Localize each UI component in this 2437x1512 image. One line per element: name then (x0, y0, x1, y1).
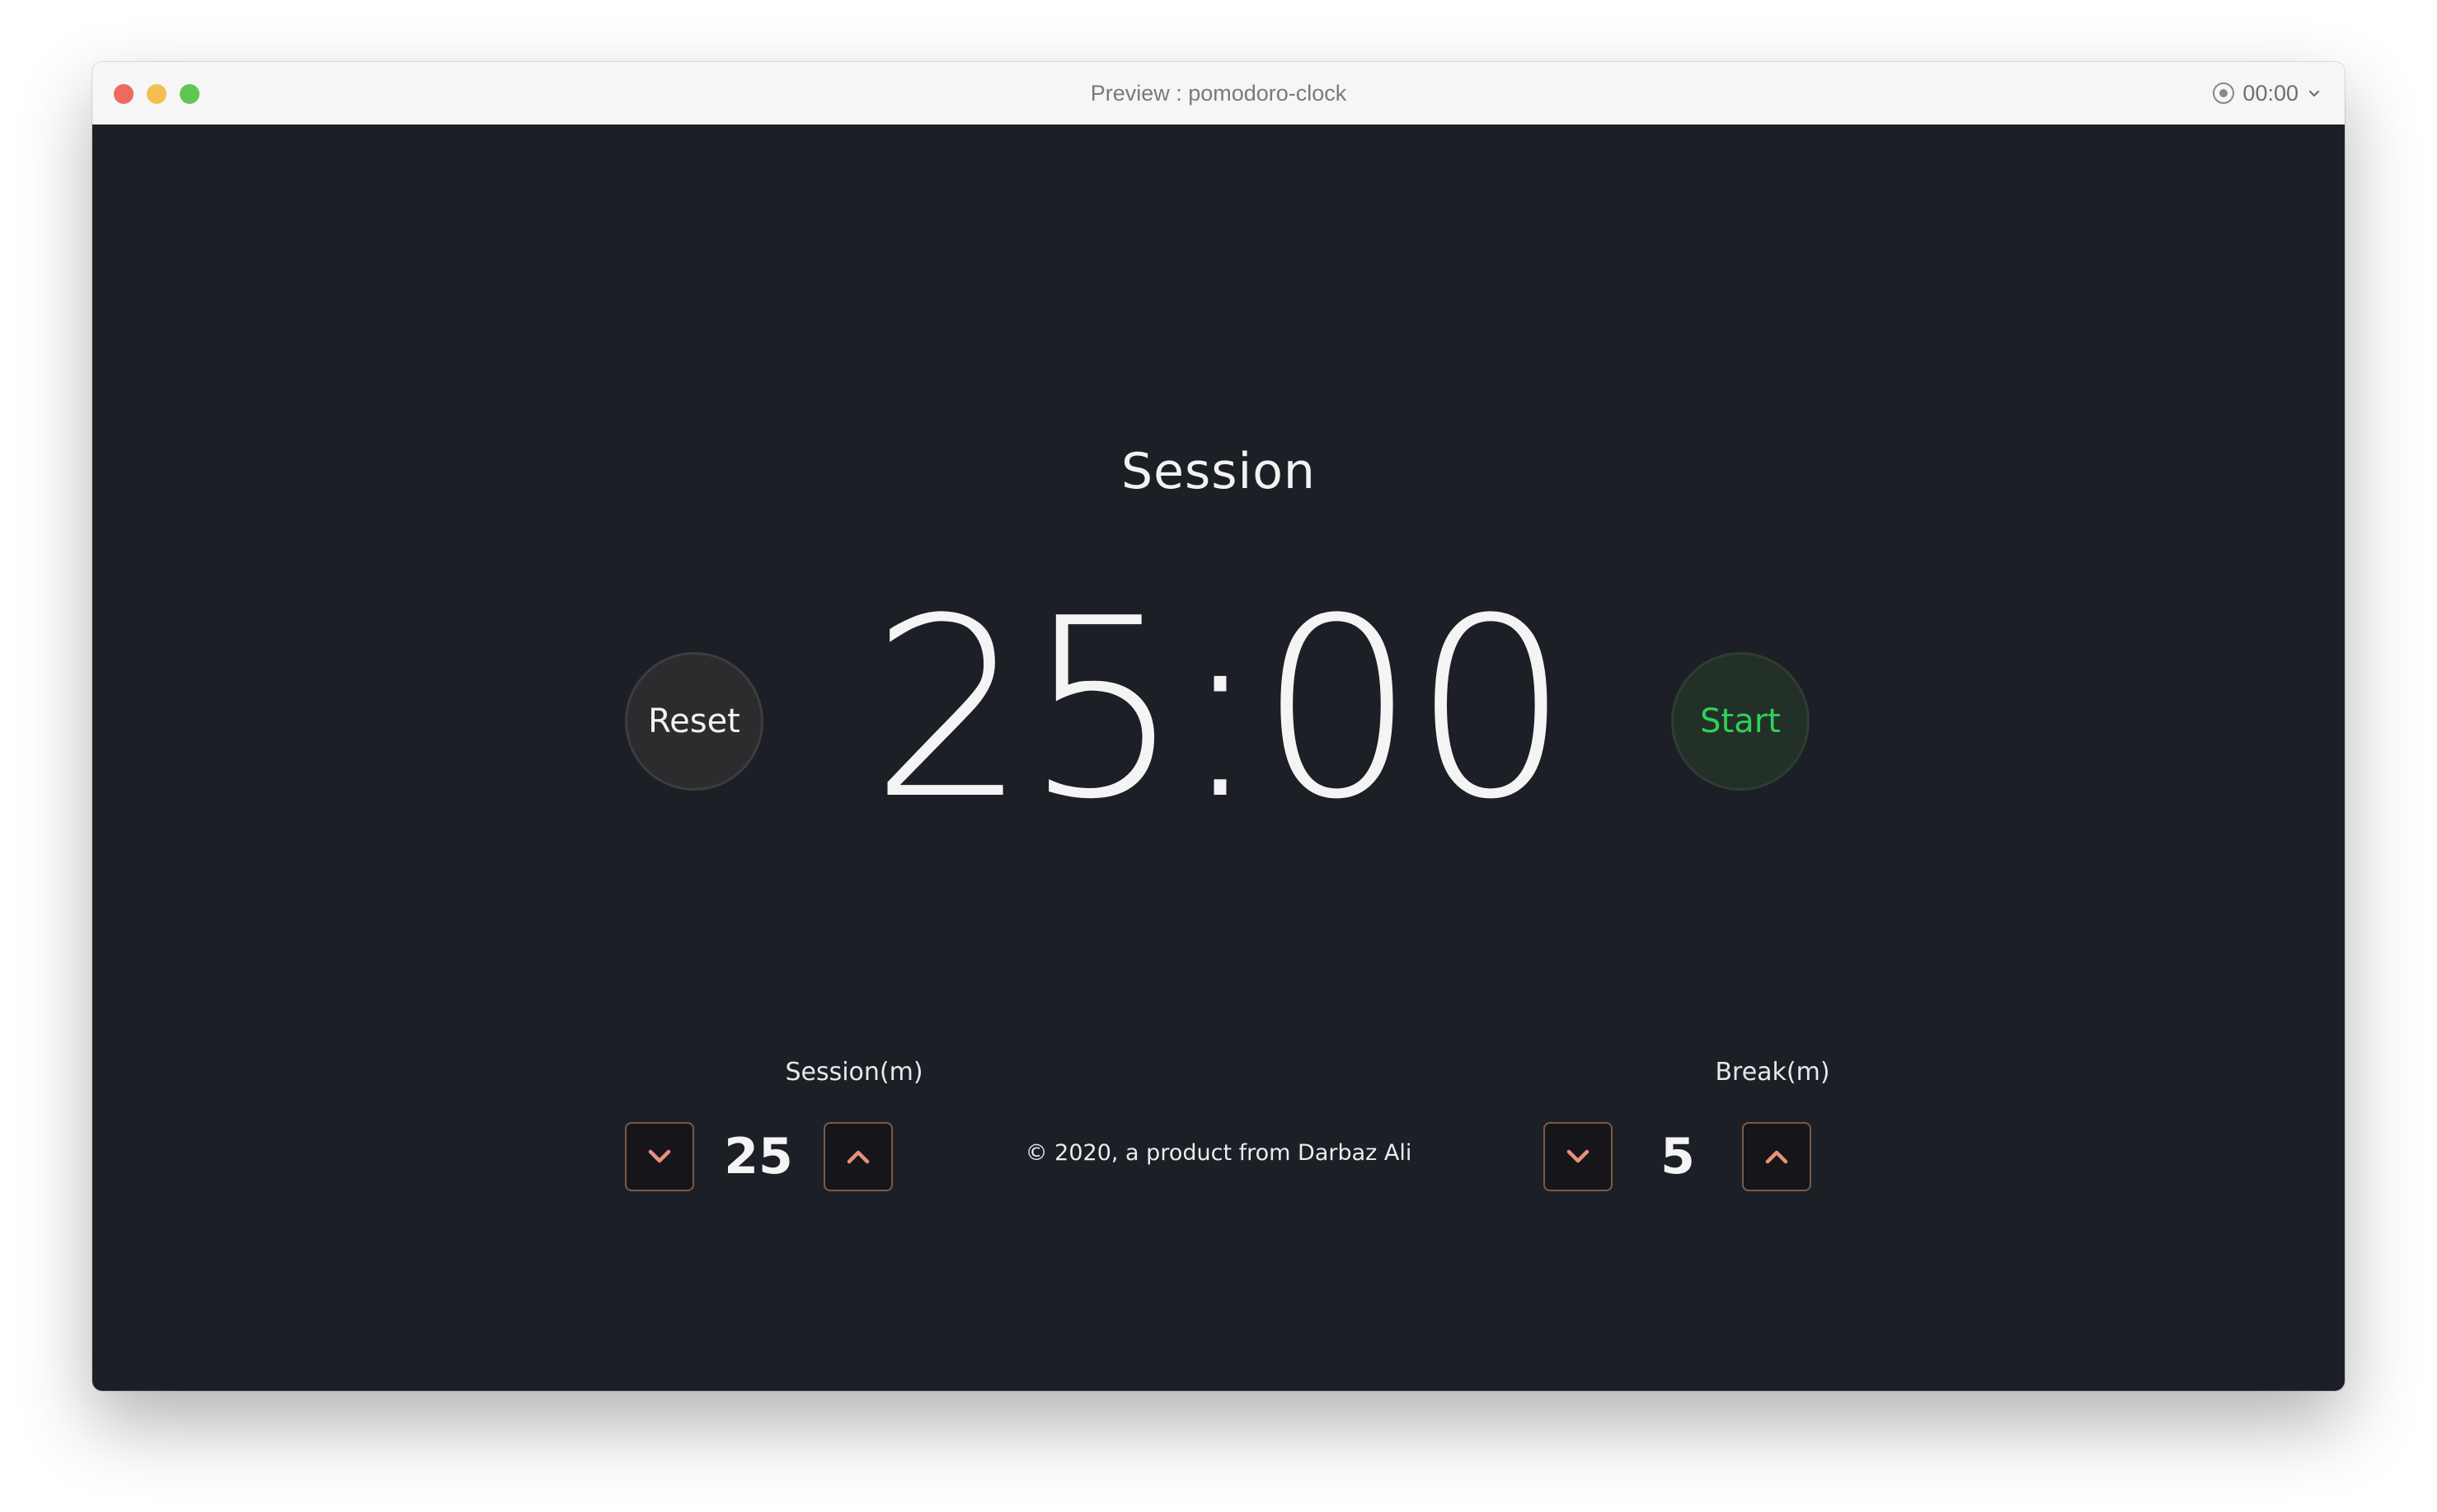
break-decrement-button[interactable] (1543, 1122, 1613, 1191)
session-length-label: Session(m) (785, 1058, 923, 1087)
start-button[interactable]: Start (1671, 652, 1810, 791)
timer-display: 25:00 (870, 566, 1571, 853)
preview-window: Preview : pomodoro-clock 00:00 Session R… (92, 62, 2345, 1391)
chevron-down-icon (648, 1149, 671, 1163)
recording-time: 00:00 (2242, 80, 2298, 106)
footer-credit: © 2020, a product from Darbaz Ali (1025, 1140, 1412, 1166)
chevron-up-icon (847, 1150, 870, 1164)
mode-label: Session (1121, 443, 1316, 500)
session-length-value: 25 (724, 1128, 793, 1186)
window-title: Preview : pomodoro-clock (1090, 81, 1347, 106)
break-length-value: 5 (1660, 1128, 1695, 1186)
recording-menu[interactable]: 00:00 (2213, 62, 2322, 124)
chevron-up-icon (1765, 1150, 1788, 1164)
session-increment-button[interactable] (824, 1122, 893, 1191)
record-icon (2213, 82, 2235, 104)
title-bar: Preview : pomodoro-clock 00:00 (92, 62, 2345, 125)
chevron-down-icon (2308, 90, 2320, 97)
chevron-down-icon (1566, 1149, 1589, 1163)
session-decrement-button[interactable] (625, 1122, 694, 1191)
break-increment-button[interactable] (1742, 1122, 1811, 1191)
break-length-label: Break(m) (1715, 1058, 1830, 1087)
reset-button[interactable]: Reset (625, 652, 763, 791)
pomodoro-app: Session Reset 25:00 Start Session(m) Bre… (92, 124, 2345, 1391)
